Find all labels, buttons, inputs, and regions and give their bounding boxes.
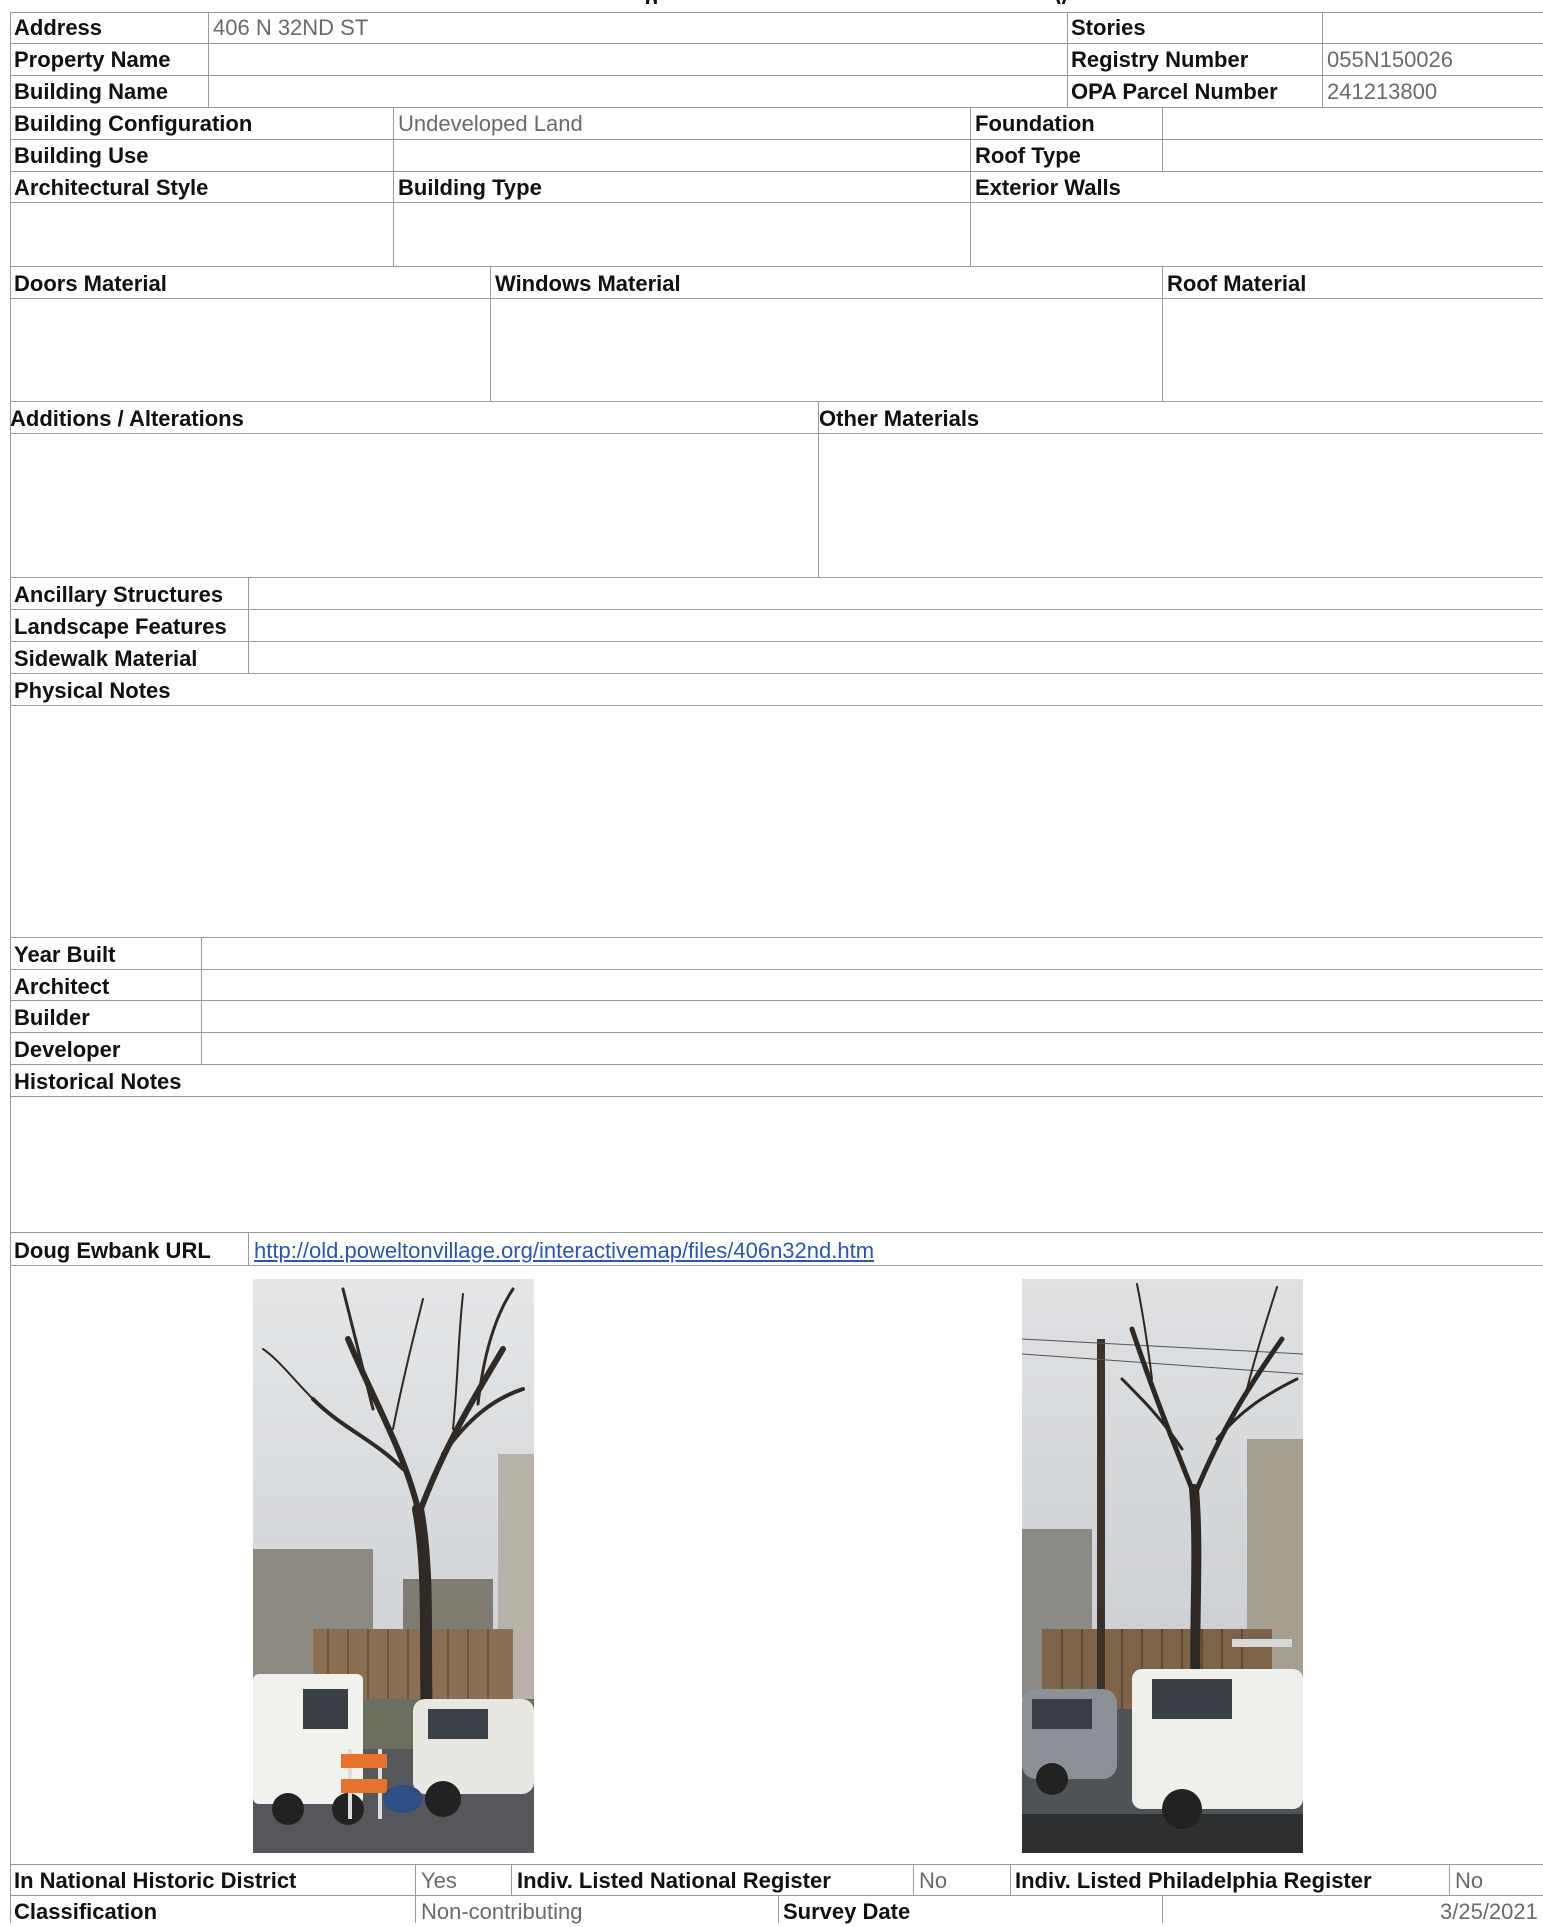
- roof-type-label: Roof Type: [975, 143, 1081, 168]
- street-photo-left: [253, 1279, 534, 1853]
- doors-material-label: Doors Material: [14, 271, 167, 296]
- address-label: Address: [14, 15, 103, 40]
- property-name-label: Property Name: [14, 47, 171, 72]
- additions-alterations-label: Additions / Alterations: [10, 406, 244, 431]
- indiv-philadelphia-register-value: No: [1455, 1868, 1484, 1893]
- national-historic-district-label: In National Historic District: [14, 1868, 297, 1893]
- developer-label: Developer: [14, 1037, 121, 1062]
- exterior-walls-label: Exterior Walls: [975, 175, 1121, 200]
- survey-form: g y Address 406 N 32: [0, 0, 1543, 1924]
- foundation-label: Foundation: [975, 111, 1095, 136]
- page-title-fragment: g: [645, 0, 658, 4]
- other-materials-label: Other Materials: [819, 406, 980, 431]
- registry-number-value: 055N150026: [1327, 47, 1454, 72]
- windows-material-label: Windows Material: [495, 271, 681, 296]
- doug-ewbank-url-link[interactable]: http://old.poweltonvillage.org/interacti…: [254, 1236, 874, 1266]
- address-value: 406 N 32ND ST: [213, 15, 369, 40]
- national-historic-district-value: Yes: [421, 1868, 457, 1893]
- builder-label: Builder: [14, 1005, 90, 1030]
- street-photo-right: [1022, 1279, 1303, 1853]
- landscape-features-label: Landscape Features: [14, 614, 227, 639]
- architect-label: Architect: [14, 974, 110, 999]
- sidewalk-material-label: Sidewalk Material: [14, 646, 198, 671]
- ancillary-structures-label: Ancillary Structures: [14, 582, 224, 607]
- building-use-label: Building Use: [14, 143, 149, 168]
- historical-notes-label: Historical Notes: [14, 1069, 182, 1094]
- architectural-style-label: Architectural Style: [14, 175, 209, 200]
- stories-label: Stories: [1071, 15, 1146, 40]
- opa-parcel-label: OPA Parcel Number: [1071, 79, 1278, 104]
- indiv-national-register-value: No: [919, 1868, 948, 1893]
- building-configuration-value: Undeveloped Land: [398, 111, 583, 136]
- indiv-philadelphia-register-label: Indiv. Listed Philadelphia Register: [1015, 1868, 1372, 1893]
- year-built-label: Year Built: [14, 942, 116, 967]
- physical-notes-label: Physical Notes: [14, 678, 171, 703]
- roof-material-label: Roof Material: [1167, 271, 1307, 296]
- page-title-fragment-end: y: [1055, 0, 1067, 4]
- doug-ewbank-url-label: Doug Ewbank URL: [14, 1238, 211, 1263]
- indiv-national-register-label: Indiv. Listed National Register: [517, 1868, 831, 1893]
- building-type-label: Building Type: [398, 175, 542, 200]
- building-configuration-label: Building Configuration: [14, 111, 253, 136]
- registry-number-label: Registry Number: [1071, 47, 1249, 72]
- building-name-label: Building Name: [14, 79, 169, 104]
- opa-parcel-value: 241213800: [1327, 79, 1438, 104]
